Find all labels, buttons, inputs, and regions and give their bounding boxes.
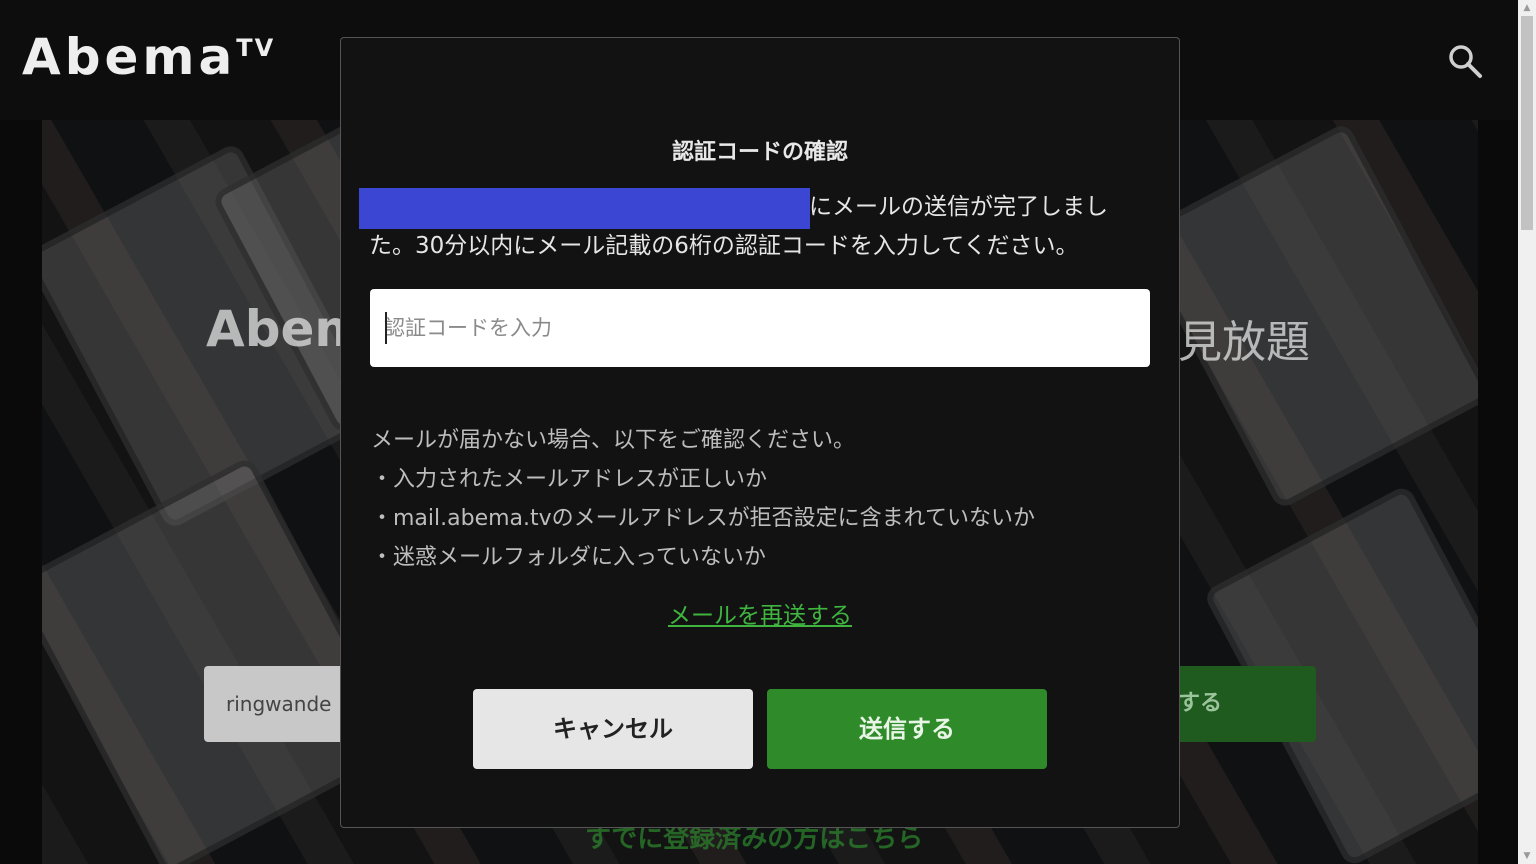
logo-text: Abema — [22, 28, 237, 86]
help-text: メールが届かない場合、以下をご確認ください。 ・入力されたメールアドレスが正しい… — [371, 421, 1151, 577]
search-button[interactable] — [1446, 42, 1484, 80]
modal-title: 認証コードの確認 — [671, 140, 848, 165]
verification-modal: 認証コードの確認 にメールの送信が完了しました。30分以内にメール記載の6桁の認… — [340, 37, 1180, 828]
abematv-logo[interactable]: AbemaTV — [22, 28, 275, 86]
send-button[interactable]: 送信する — [767, 689, 1047, 769]
logo-sup: TV — [236, 34, 276, 62]
search-icon — [1449, 45, 1482, 78]
hero-submit-button[interactable]: する — [1170, 666, 1316, 742]
scroll-up-arrow[interactable]: ▲ — [1518, 0, 1536, 16]
verification-code-input[interactable] — [370, 289, 1150, 367]
page-scrollbar[interactable]: ▲ ▼ — [1518, 0, 1536, 864]
help-item: ・mail.abema.tvのメールアドレスが拒否設定に含まれていないか — [371, 506, 1036, 531]
resend-email-link[interactable]: メールを再送する — [341, 596, 1179, 630]
sent-message: にメールの送信が完了しました。30分以内にメール記載の6桁の認証コードを入力して… — [369, 194, 1108, 259]
cancel-button[interactable]: キャンセル — [473, 689, 753, 769]
scroll-thumb[interactable] — [1521, 16, 1533, 230]
text-caret — [385, 312, 387, 344]
help-item: ・入力されたメールアドレスが正しいか — [371, 467, 768, 492]
hero-title-right: 見放題 — [1178, 317, 1310, 368]
help-item: ・迷惑メールフォルダに入っていないか — [371, 545, 766, 570]
help-heading: メールが届かない場合、以下をご確認ください。 — [371, 428, 856, 453]
scroll-down-arrow[interactable]: ▼ — [1518, 848, 1536, 864]
